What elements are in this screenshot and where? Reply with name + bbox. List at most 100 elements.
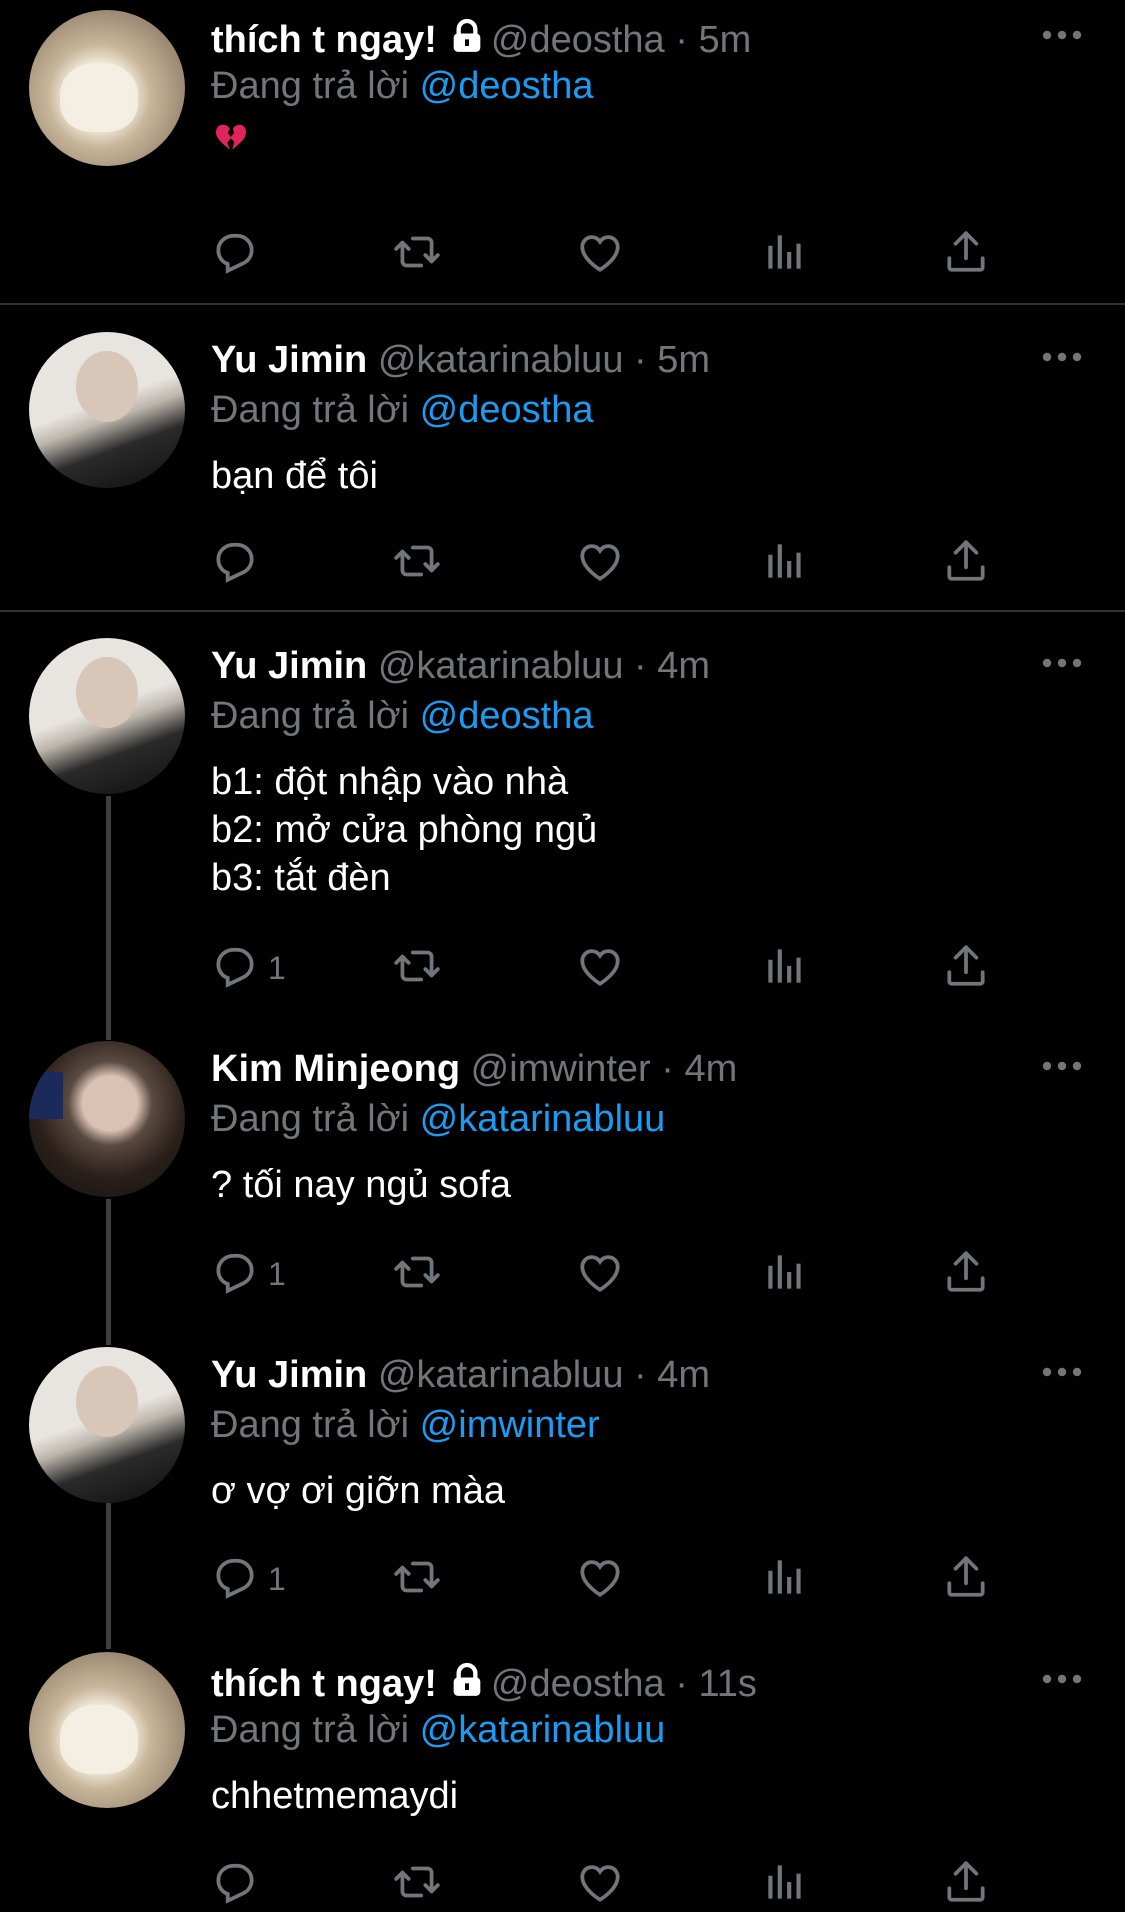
like-button[interactable] [575,228,625,280]
reply-button[interactable] [210,537,268,589]
retweet-icon [392,1552,442,1607]
views-button[interactable] [760,228,810,280]
reply-count: 1 [268,1255,286,1292]
more-options-icon[interactable] [1040,1365,1084,1379]
tweet-header: Yu Jimin @katarinabluu · 4m [211,1353,710,1397]
jimin-avatar[interactable] [29,1347,185,1503]
tweet-text: bạn để tôi [211,455,378,497]
more-options-icon[interactable] [1040,1059,1084,1073]
share-button[interactable] [941,537,991,589]
share-button[interactable] [941,1858,991,1910]
reply-button[interactable]: 1 [210,1248,286,1300]
more-options-icon[interactable] [1040,350,1084,364]
tweet-text [211,118,251,170]
more-options-icon[interactable] [1040,656,1084,670]
reply-to-handle[interactable]: @katarinabluu [420,1709,666,1751]
separator-dot: · [675,1663,688,1705]
timestamp[interactable]: 11s [698,1663,756,1705]
timestamp[interactable]: 5m [657,339,710,381]
bar-chart-icon [760,227,810,282]
retweet-button[interactable] [392,1553,442,1605]
jimin-avatar[interactable] [29,332,185,488]
heart-icon [575,941,625,996]
author-handle[interactable]: @deostha [491,1663,665,1705]
author-name[interactable]: thích t ngay! [211,19,437,61]
tweet-text: ơ vợ ơi giỡn màa [211,1470,505,1512]
share-button[interactable] [941,228,991,280]
views-button[interactable] [760,1858,810,1910]
reply-button[interactable]: 1 [210,1553,286,1605]
timestamp[interactable]: 4m [657,645,710,687]
author-handle[interactable]: @katarinabluu [378,1354,624,1396]
reply-to-handle[interactable]: @deostha [420,695,594,737]
share-icon [941,1552,991,1607]
share-button[interactable] [941,1248,991,1300]
reply-icon [210,1857,260,1912]
views-button[interactable] [760,942,810,994]
more-options-icon[interactable] [1040,1672,1084,1686]
retweet-button[interactable] [392,537,442,589]
cat-avatar[interactable] [29,1652,185,1808]
replying-to: Đang trả lời @imwinter [211,1403,600,1447]
retweet-icon [392,536,442,591]
reply-prefix: Đang trả lời [211,65,410,107]
share-button[interactable] [941,942,991,994]
thread-connector-line [106,796,111,1040]
heart-icon [575,536,625,591]
author-name[interactable]: thích t ngay! [211,1663,437,1705]
author-name[interactable]: Yu Jimin [211,645,367,687]
separator-dot: · [634,339,647,381]
author-name[interactable]: Kim Minjeong [211,1048,460,1090]
share-button[interactable] [941,1553,991,1605]
reply-prefix: Đang trả lời [211,1098,410,1140]
share-icon [941,941,991,996]
author-handle[interactable]: @imwinter [471,1048,651,1090]
tweet-header: Yu Jimin @katarinabluu · 4m [211,644,710,688]
views-button[interactable] [760,1248,810,1300]
more-options-icon[interactable] [1040,28,1084,42]
like-button[interactable] [575,537,625,589]
separator-dot: · [675,19,688,61]
author-handle[interactable]: @deostha [491,19,665,61]
heart-icon [575,1552,625,1607]
retweet-button[interactable] [392,1248,442,1300]
reply-button[interactable] [210,1858,268,1910]
like-button[interactable] [575,1858,625,1910]
reply-prefix: Đang trả lời [211,695,410,737]
retweet-button[interactable] [392,228,442,280]
author-handle[interactable]: @katarinabluu [378,645,624,687]
views-button[interactable] [760,1553,810,1605]
author-name[interactable]: Yu Jimin [211,339,367,381]
retweet-icon [392,1247,442,1302]
replying-to: Đang trả lời @deostha [211,64,593,108]
reply-button[interactable] [210,228,268,280]
reply-to-handle[interactable]: @katarinabluu [420,1098,666,1140]
retweet-button[interactable] [392,1858,442,1910]
heart-icon [575,227,625,282]
cat-avatar[interactable] [29,10,185,166]
like-button[interactable] [575,942,625,994]
retweet-button[interactable] [392,942,442,994]
minjeong-avatar[interactable] [29,1041,185,1197]
like-button[interactable] [575,1248,625,1300]
reply-to-handle[interactable]: @deostha [420,389,594,431]
author-handle[interactable]: @katarinabluu [378,339,624,381]
reply-prefix: Đang trả lời [211,1404,410,1446]
replying-to: Đang trả lời @deostha [211,694,593,738]
reply-icon [210,941,260,996]
like-button[interactable] [575,1553,625,1605]
timestamp[interactable]: 4m [685,1048,738,1090]
tweet-actions: 1 [0,1553,1125,1605]
timestamp[interactable]: 4m [657,1354,710,1396]
reply-to-handle[interactable]: @deostha [420,65,594,107]
reply-button[interactable]: 1 [210,942,286,994]
views-button[interactable] [760,537,810,589]
heart-icon [575,1247,625,1302]
separator-dot: · [634,645,647,687]
tweet-actions: 1 [0,942,1125,994]
jimin-avatar[interactable] [29,638,185,794]
replying-to: Đang trả lời @katarinabluu [211,1097,665,1141]
reply-to-handle[interactable]: @imwinter [420,1404,600,1446]
author-name[interactable]: Yu Jimin [211,1354,367,1396]
timestamp[interactable]: 5m [698,19,751,61]
